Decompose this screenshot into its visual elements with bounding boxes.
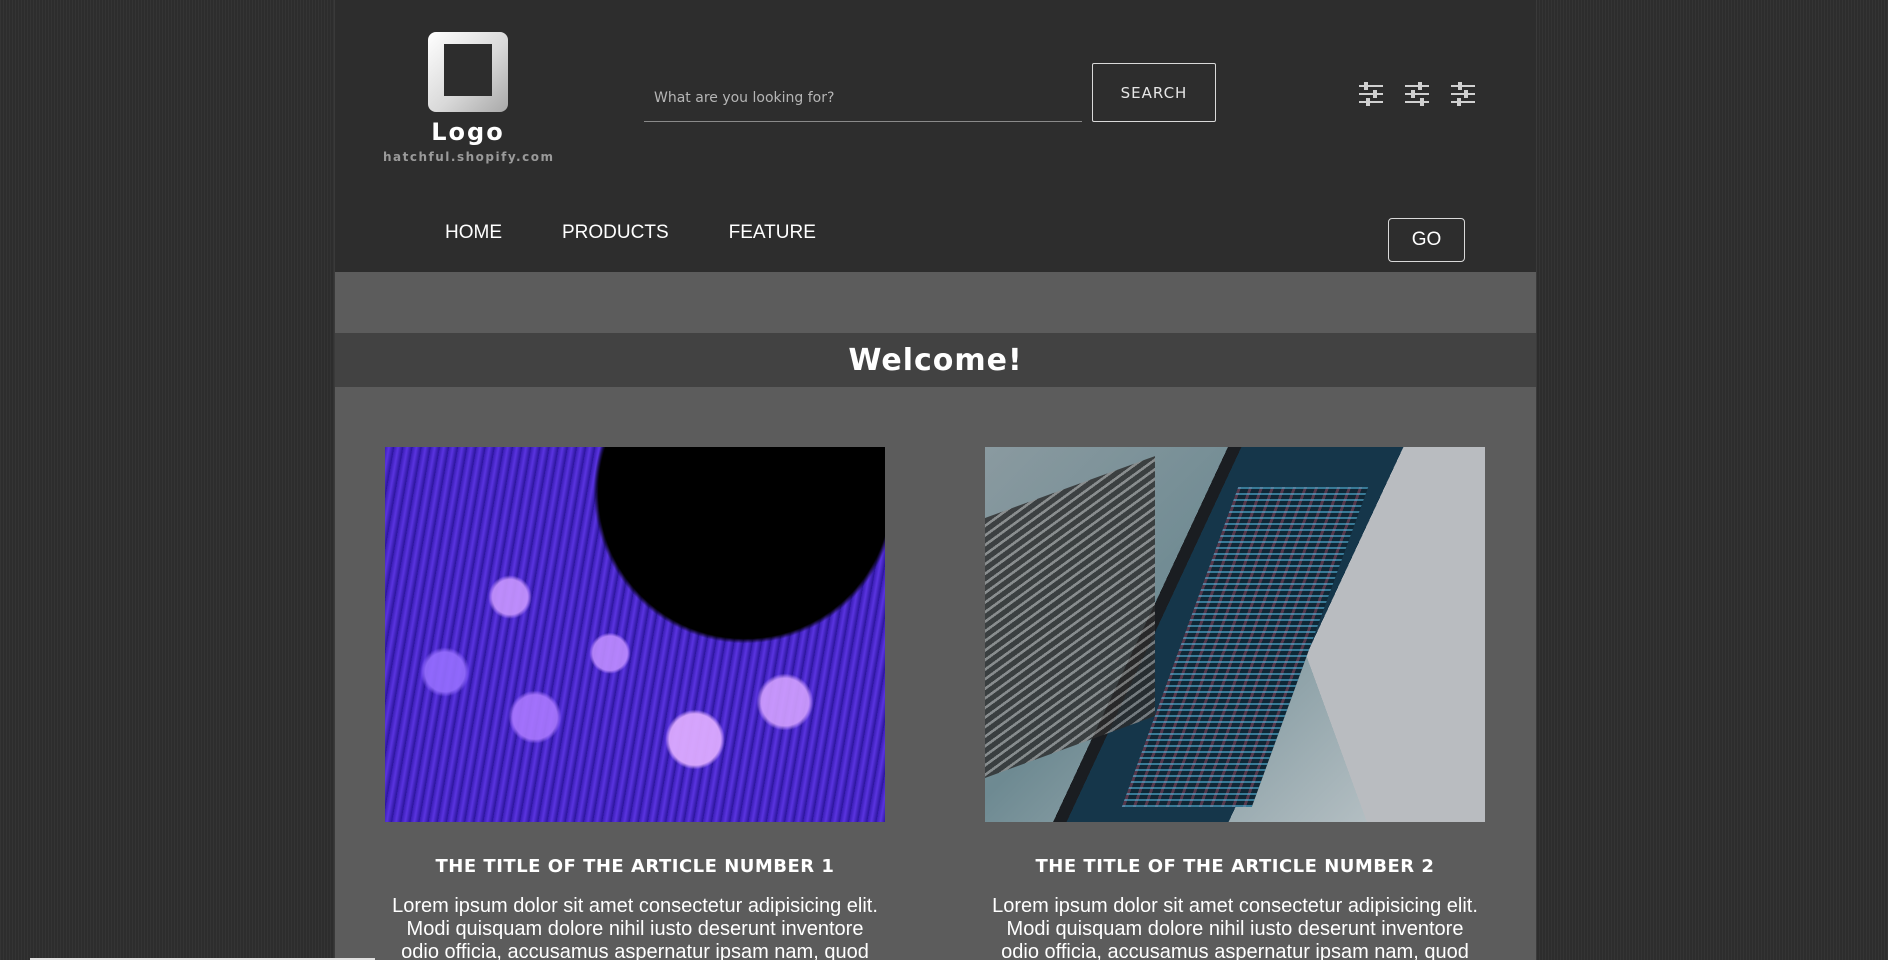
article-card: THE TITLE OF THE ARTICLE NUMBER 2 Lorem … <box>985 447 1485 960</box>
filter-icon-group <box>1357 80 1477 108</box>
article-title[interactable]: THE TITLE OF THE ARTICLE NUMBER 2 <box>985 856 1485 877</box>
search-input[interactable] <box>644 74 1082 122</box>
article-excerpt: Lorem ipsum dolor sit amet consectetur a… <box>392 895 878 960</box>
main-nav: HOME PRODUCTS FEATURE <box>445 222 816 244</box>
article-card: THE TITLE OF THE ARTICLE NUMBER 1 Lorem … <box>385 447 885 960</box>
article-title[interactable]: THE TITLE OF THE ARTICLE NUMBER 1 <box>385 856 885 877</box>
search-button[interactable]: SEARCH <box>1092 63 1216 122</box>
welcome-banner: Welcome! <box>335 333 1536 387</box>
fiber-optic-photo[interactable] <box>385 447 885 822</box>
sliders-icon[interactable] <box>1403 80 1431 108</box>
sliders-icon[interactable] <box>1449 80 1477 108</box>
nav-home[interactable]: HOME <box>445 222 502 244</box>
square-frame-logo-icon <box>428 32 508 112</box>
site-logo[interactable]: Logo hatchful.shopify.com <box>383 32 553 164</box>
sliders-icon[interactable] <box>1357 80 1385 108</box>
welcome-title: Welcome! <box>848 342 1023 378</box>
page-container: Logo hatchful.shopify.com SEARCH <box>335 0 1536 960</box>
logo-subtitle: hatchful.shopify.com <box>383 150 555 164</box>
site-header: Logo hatchful.shopify.com SEARCH <box>335 0 1536 272</box>
logo-text: Logo <box>431 118 505 146</box>
article-excerpt: Lorem ipsum dolor sit amet consectetur a… <box>992 895 1478 960</box>
laptop-code-photo[interactable] <box>985 447 1485 822</box>
go-button[interactable]: GO <box>1388 218 1465 262</box>
nav-feature[interactable]: FEATURE <box>729 222 816 244</box>
nav-products[interactable]: PRODUCTS <box>562 222 669 244</box>
